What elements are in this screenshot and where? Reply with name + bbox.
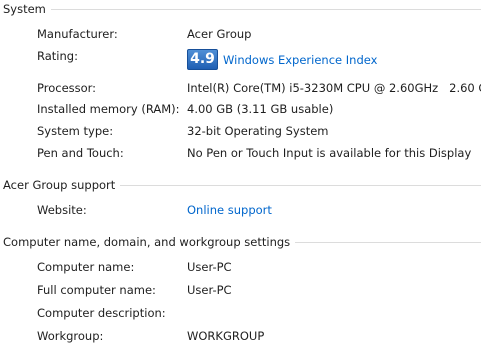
processor-value: Intel(R) Core(TM) i5-3230M CPU @ 2.60GHz… bbox=[187, 81, 481, 95]
workgroup-value: WORKGROUP bbox=[187, 329, 265, 343]
pen-touch-label: Pen and Touch: bbox=[37, 146, 124, 160]
system-section-title: System bbox=[3, 2, 51, 16]
memory-label: Installed memory (RAM): bbox=[37, 102, 180, 116]
computer-name-value: User-PC bbox=[187, 260, 232, 274]
computer-name-label: Computer name: bbox=[37, 260, 135, 274]
support-section-header: Acer Group support bbox=[3, 178, 481, 192]
full-computer-name-label: Full computer name: bbox=[37, 283, 156, 297]
manufacturer-label: Manufacturer: bbox=[37, 27, 118, 41]
workgroup-label: Workgroup: bbox=[37, 329, 104, 343]
manufacturer-value: Acer Group bbox=[187, 27, 252, 41]
memory-value: 4.00 GB (3.11 GB usable) bbox=[187, 102, 334, 116]
online-support-link[interactable]: Online support bbox=[187, 203, 272, 217]
system-type-value: 32-bit Operating System bbox=[187, 124, 329, 138]
section-divider bbox=[3, 9, 481, 10]
computer-section-header: Computer name, domain, and workgroup set… bbox=[3, 235, 481, 249]
rating-label: Rating: bbox=[37, 49, 78, 63]
windows-experience-index-link[interactable]: Windows Experience Index bbox=[223, 53, 377, 67]
computer-description-label: Computer description: bbox=[37, 306, 166, 320]
full-computer-name-value: User-PC bbox=[187, 283, 232, 297]
system-section-header: System bbox=[3, 2, 481, 16]
processor-label: Processor: bbox=[37, 81, 97, 95]
pen-touch-value: No Pen or Touch Input is available for t… bbox=[187, 146, 472, 160]
website-label: Website: bbox=[37, 203, 87, 217]
system-type-label: System type: bbox=[37, 124, 114, 138]
computer-section-title: Computer name, domain, and workgroup set… bbox=[3, 235, 296, 249]
support-section-title: Acer Group support bbox=[3, 178, 121, 192]
wei-score-badge[interactable]: 4.9 bbox=[187, 49, 218, 70]
